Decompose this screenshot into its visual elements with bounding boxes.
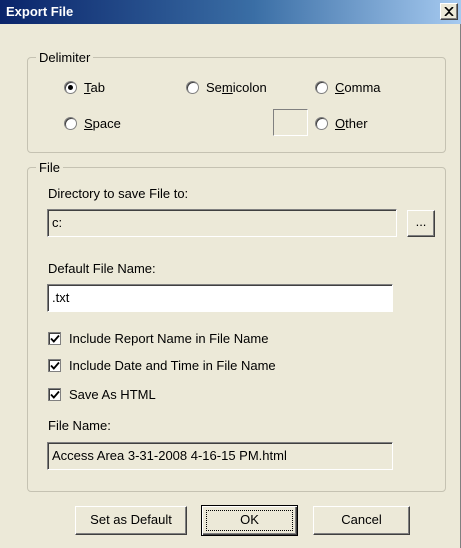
- checkbox-label: Include Report Name in File Name: [69, 331, 269, 346]
- directory-field[interactable]: c:: [47, 209, 397, 237]
- checkbox-include-report-name[interactable]: Include Report Name in File Name: [48, 331, 268, 346]
- checkbox-label: Save As HTML: [69, 387, 156, 402]
- radio-button-semicolon[interactable]: [186, 81, 199, 94]
- delimiter-group: Delimiter: [27, 50, 446, 153]
- radio-semicolon-label: Semicolon: [206, 80, 267, 95]
- radio-button-other[interactable]: [315, 117, 328, 130]
- checkbox-include-date-time[interactable]: Include Date and Time in File Name: [48, 358, 276, 373]
- set-as-default-label: Set as Default: [90, 512, 172, 527]
- checkmark-icon: [50, 390, 60, 399]
- default-file-name-label: Default File Name:: [48, 261, 156, 276]
- radio-space-label: Space: [84, 116, 121, 131]
- cancel-button[interactable]: Cancel: [313, 506, 410, 535]
- radio-other[interactable]: Other: [315, 116, 368, 131]
- close-button[interactable]: [440, 3, 458, 20]
- file-legend: File: [36, 160, 63, 175]
- directory-label: Directory to save File to:: [48, 186, 189, 201]
- window-title: Export File: [6, 4, 74, 19]
- browse-button-label: ...: [415, 214, 427, 229]
- file-name-label: File Name:: [48, 418, 111, 433]
- radio-space[interactable]: Space: [64, 116, 121, 131]
- checkbox-box[interactable]: [48, 332, 61, 345]
- checkmark-icon: [50, 361, 60, 370]
- ok-label: OK: [240, 512, 259, 527]
- radio-tab-label: Tab: [84, 80, 105, 95]
- checkbox-box[interactable]: [48, 388, 61, 401]
- ok-button[interactable]: OK: [201, 505, 298, 536]
- checkmark-icon: [50, 334, 60, 343]
- browse-button[interactable]: ...: [407, 210, 435, 237]
- checkbox-save-as-html[interactable]: Save As HTML: [48, 387, 156, 402]
- other-delimiter-input[interactable]: [273, 109, 308, 136]
- close-icon: [444, 7, 454, 16]
- default-file-name-input[interactable]: .txt: [47, 284, 393, 312]
- radio-tab[interactable]: Tab: [64, 80, 105, 95]
- radio-selected-dot: [68, 85, 73, 90]
- export-file-dialog: Export File Delimiter Tab Semicolon Comm…: [0, 0, 461, 548]
- radio-comma[interactable]: Comma: [315, 80, 381, 95]
- cancel-label: Cancel: [341, 512, 382, 527]
- radio-other-label: Other: [335, 116, 368, 131]
- delimiter-legend: Delimiter: [36, 50, 94, 65]
- checkbox-label: Include Date and Time in File Name: [69, 358, 276, 373]
- radio-button-comma[interactable]: [315, 81, 328, 94]
- set-as-default-button[interactable]: Set as Default: [75, 506, 187, 535]
- radio-button-tab[interactable]: [64, 81, 77, 94]
- file-name-field[interactable]: Access Area 3-31-2008 4-16-15 PM.html: [47, 442, 393, 470]
- radio-semicolon[interactable]: Semicolon: [186, 80, 267, 95]
- radio-comma-label: Comma: [335, 80, 381, 95]
- radio-button-space[interactable]: [64, 117, 77, 130]
- checkbox-box[interactable]: [48, 359, 61, 372]
- title-bar[interactable]: Export File: [0, 0, 461, 24]
